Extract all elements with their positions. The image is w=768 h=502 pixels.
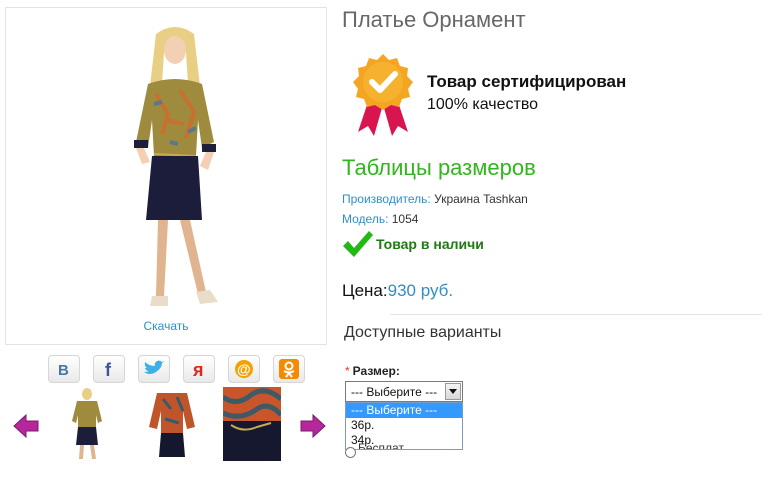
option-radio[interactable]: [345, 447, 356, 458]
svg-text:я: я: [192, 360, 204, 379]
product-photo: [134, 27, 218, 306]
manufacturer-row: Производитель: Украина Tashkan: [342, 192, 528, 206]
stock-status: Товар в наличи: [342, 230, 484, 258]
option-radio-label: Бесплат: [358, 441, 404, 449]
size-option-36[interactable]: 36р.: [346, 418, 462, 433]
share-odnoklassniki-button[interactable]: [273, 355, 305, 383]
yandex-icon: я: [192, 360, 204, 379]
stock-text: Товар в наличи: [376, 236, 484, 252]
price-value: 930 руб.: [387, 281, 454, 300]
main-product-image[interactable]: Скачать: [5, 7, 327, 345]
certified-subtitle: 100% качество: [427, 96, 539, 113]
share-facebook-button[interactable]: f: [93, 355, 125, 383]
share-yandex-button[interactable]: я: [183, 355, 215, 383]
size-label-text: Размер:: [352, 364, 400, 378]
thumbnail-1[interactable]: [58, 387, 116, 461]
model-row: Модель: 1054: [342, 212, 418, 226]
mail-ru-icon: @: [235, 360, 253, 378]
divider: [390, 314, 762, 315]
next-arrow-icon[interactable]: [299, 413, 327, 439]
share-vk-button[interactable]: В: [48, 355, 80, 383]
thumbnail-image: [143, 387, 201, 461]
facebook-icon: f: [105, 360, 112, 378]
download-link[interactable]: Скачать: [6, 319, 326, 333]
vk-icon: В: [58, 362, 69, 377]
model-label: Модель:: [342, 212, 389, 226]
twitter-icon: [144, 360, 165, 374]
size-table-link[interactable]: Таблицы размеров: [342, 155, 536, 181]
svg-text:f: f: [105, 360, 112, 378]
size-label: * Размер:: [345, 364, 400, 378]
thumbnail-2[interactable]: [143, 387, 201, 461]
manufacturer-label[interactable]: Производитель:: [342, 192, 431, 206]
odnoklassniki-icon: [279, 359, 299, 379]
dropdown-button[interactable]: [445, 383, 461, 400]
certified-title: Товар сертифицирован: [427, 72, 627, 91]
product-title: Платье Орнамент: [342, 7, 526, 32]
required-marker: *: [345, 364, 350, 378]
thumbnail-3[interactable]: [223, 387, 281, 461]
chevron-down-icon: [449, 389, 457, 394]
share-twitter-button[interactable]: [138, 355, 170, 383]
prev-arrow-icon[interactable]: [12, 413, 40, 439]
price-row: Цена:930 руб.: [342, 281, 453, 301]
variants-heading: Доступные варианты: [344, 324, 502, 341]
size-select-value: --- Выберите ---: [351, 385, 438, 399]
thumbnail-image: [58, 387, 116, 461]
size-select[interactable]: --- Выберите ---: [345, 381, 463, 402]
thumbnail-image: [223, 387, 281, 461]
size-option-placeholder[interactable]: --- Выберите ---: [346, 403, 462, 418]
manufacturer-value: Украина Tashkan: [434, 192, 528, 206]
share-mail-ru-button[interactable]: @: [228, 355, 260, 383]
checkmark-icon: [343, 231, 373, 257]
model-value: 1054: [391, 212, 419, 226]
svg-text:@: @: [237, 361, 251, 377]
certified-badge-icon: [353, 54, 413, 136]
svg-text:В: В: [58, 362, 69, 377]
price-label: Цена:: [342, 281, 388, 300]
